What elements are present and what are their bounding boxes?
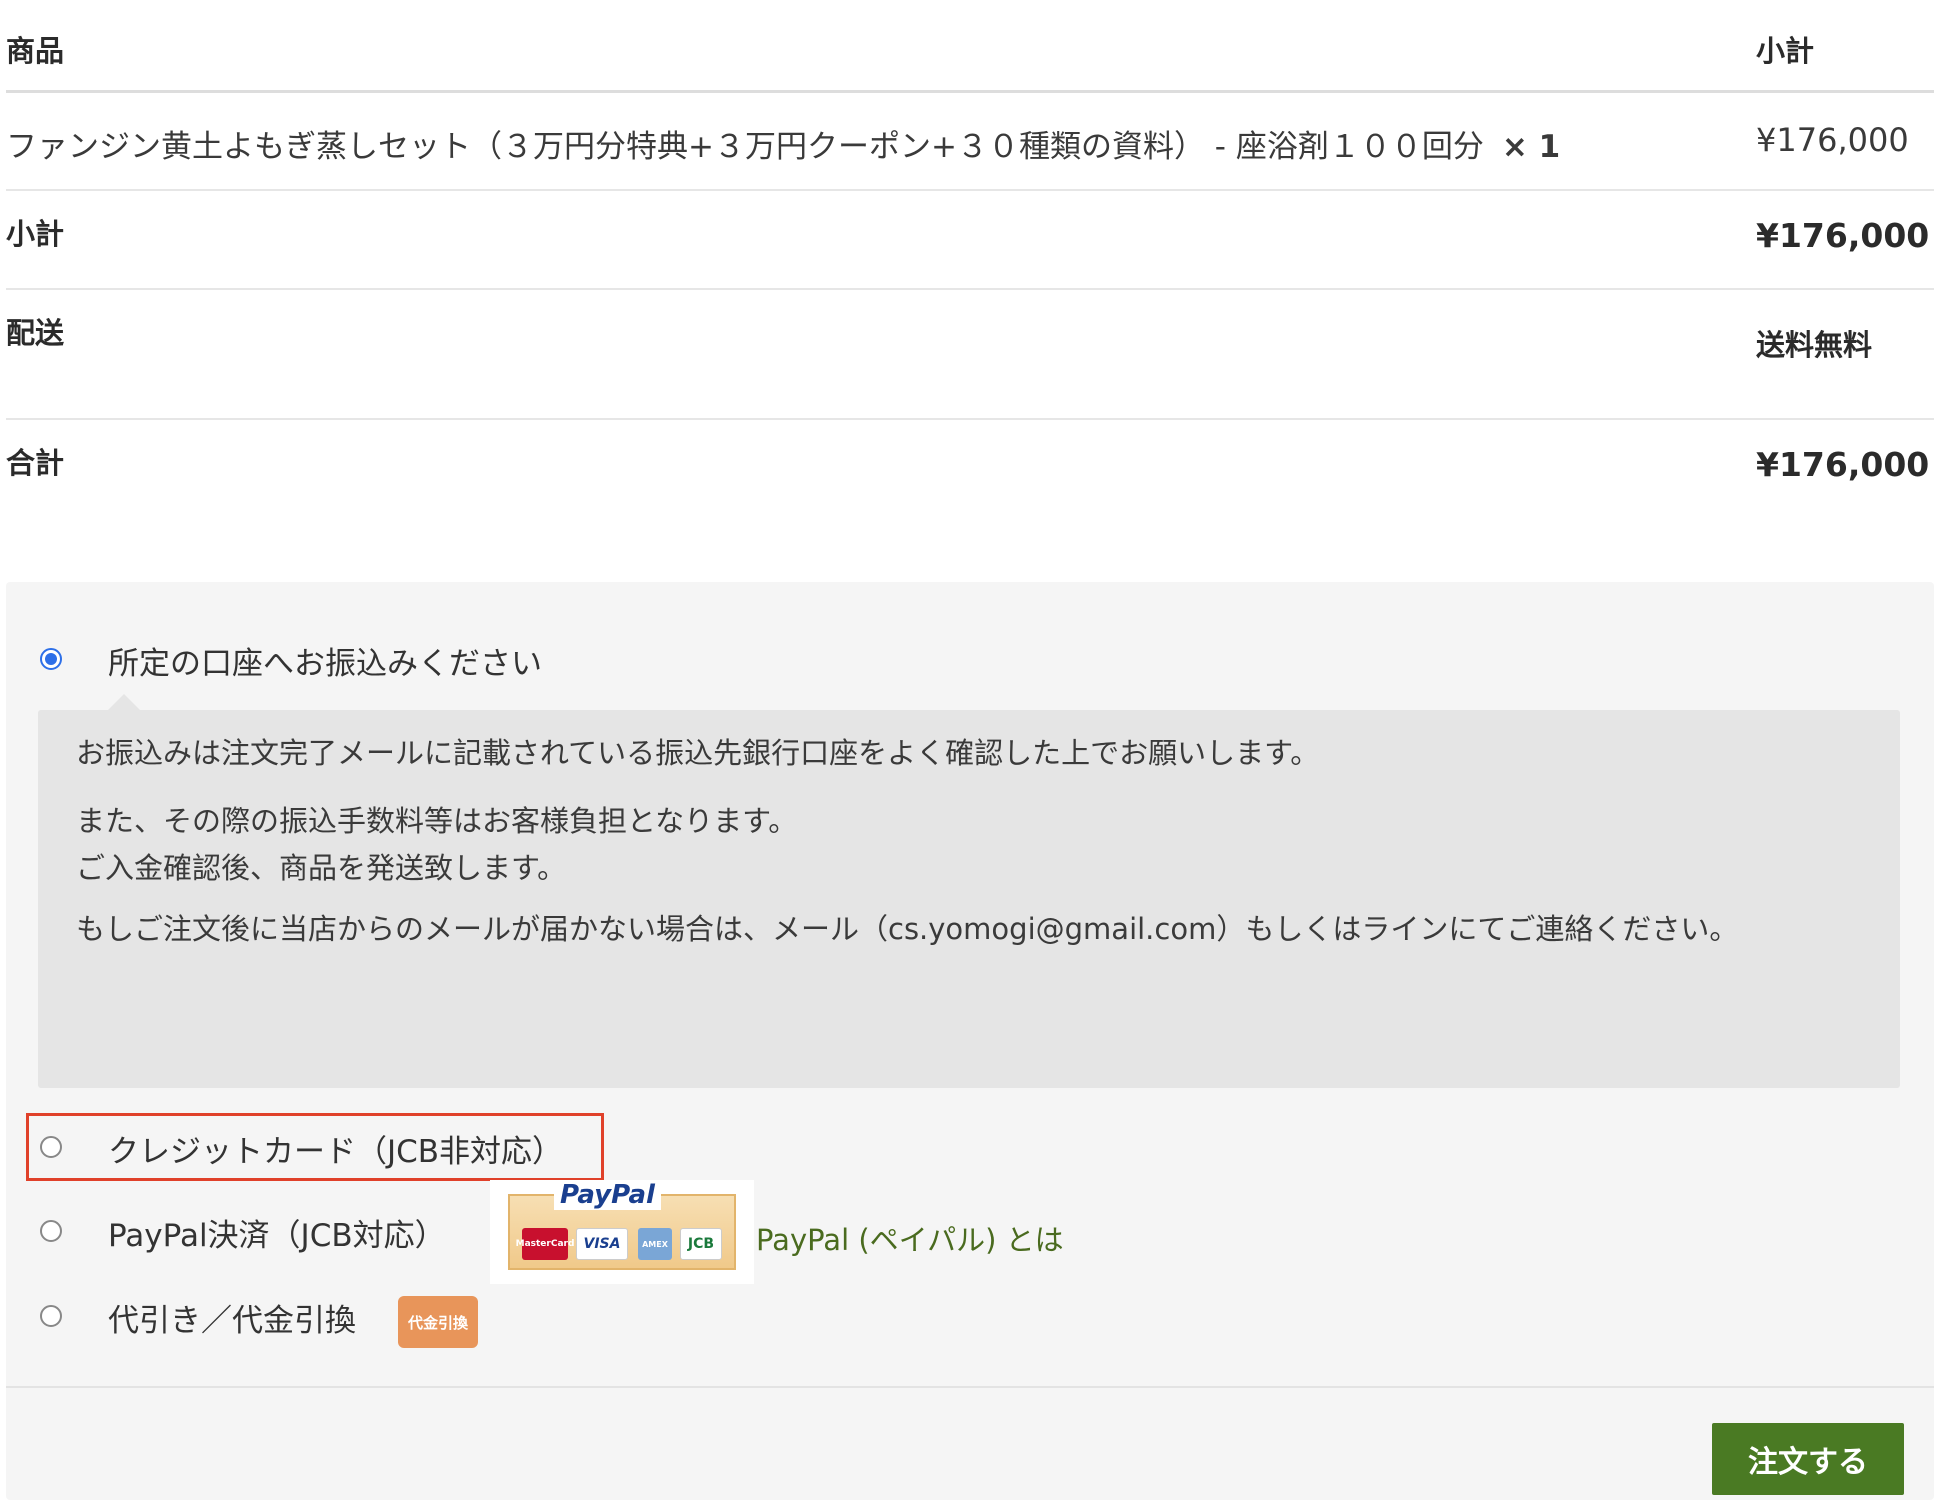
cod-badge: 代金引換	[398, 1296, 478, 1348]
bank-transfer-radio[interactable]	[40, 648, 62, 670]
bank-transfer-label[interactable]: 所定の口座へお振込みください	[108, 638, 542, 683]
paypal-card-strip: PayPal MasterCard VISA AMEX JCB	[508, 1180, 736, 1270]
paypal-radio[interactable]	[40, 1220, 62, 1242]
payment-method-credit-card[interactable]: クレジットカード（JCB非対応）	[6, 1118, 1906, 1178]
description-line-shipping: ご入金確認後、商品を発送致します。	[76, 851, 567, 885]
subtotal-column-header: 小計	[1756, 34, 1815, 68]
jcb-icon: JCB	[680, 1228, 722, 1260]
order-item-name: ファンジン黄土よもぎ蒸しセット（３万円分特典+３万円クーポン+３０種類の資料） …	[6, 121, 1560, 166]
credit-card-label[interactable]: クレジットカード（JCB非対応）	[108, 1126, 563, 1171]
shipping-label: 配送	[6, 316, 65, 350]
description-line-fee: また、その際の振込手数料等はお客様負担となります。	[76, 804, 798, 838]
subtotal-row: 小計 ¥176,000	[6, 191, 1934, 290]
shipping-row: 配送 送料無料	[6, 290, 1934, 420]
paypal-acceptance-logo: PayPal MasterCard VISA AMEX JCB	[490, 1180, 754, 1284]
checkout-page: 商品 小計 ファンジン黄土よもぎ蒸しセット（３万円分特典+３万円クーポン+３０種…	[0, 0, 1938, 1500]
order-review-table: 商品 小計 ファンジン黄土よもぎ蒸しセット（３万円分特典+３万円クーポン+３０種…	[6, 0, 1934, 540]
paypal-logo-title: PayPal	[554, 1180, 661, 1210]
visa-icon: VISA	[576, 1228, 628, 1260]
subtotal-label: 小計	[6, 217, 65, 251]
item-quantity: × 1	[1501, 129, 1561, 165]
order-item-price: ¥176,000	[1756, 121, 1909, 159]
order-item-row: ファンジン黄土よもぎ蒸しセット（３万円分特典+３万円クーポン+３０種類の資料） …	[6, 93, 1934, 191]
table-header-row: 商品 小計	[6, 0, 1934, 93]
subtotal-value: ¥176,000	[1756, 216, 1930, 255]
description-paragraph-2: また、その際の振込手数料等はお客様負担となります。 ご入金確認後、商品を発送致し…	[76, 798, 1866, 892]
amex-icon: AMEX	[638, 1228, 672, 1260]
total-label: 合計	[6, 446, 65, 480]
description-paragraph-3: もしご注文後に当店からのメールが届かない場合は、メール（cs.yomogi@gm…	[76, 912, 1739, 946]
item-name-text: ファンジン黄土よもぎ蒸しセット（３万円分特典+３万円クーポン+３０種類の資料） …	[6, 129, 1484, 165]
total-value: ¥176,000	[1756, 445, 1930, 484]
total-row: 合計 ¥176,000	[6, 420, 1934, 540]
payment-methods: 所定の口座へお振込みください お振込みは注文完了メールに記載されている振込先銀行…	[6, 582, 1934, 1500]
payment-method-cod[interactable]: 代引き／代金引換	[6, 1287, 1906, 1347]
what-is-paypal-link[interactable]: PayPal (ペイパル) とは	[756, 1217, 1064, 1259]
place-order-button[interactable]: 注文する	[1712, 1423, 1904, 1495]
payment-divider	[6, 1386, 1934, 1388]
description-paragraph-1: お振込みは注文完了メールに記載されている振込先銀行口座をよく確認した上でお願いし…	[76, 736, 1320, 770]
shipping-value: 送料無料	[1756, 328, 1873, 362]
paypal-label[interactable]: PayPal決済（JCB対応）	[108, 1210, 446, 1255]
product-column-header: 商品	[6, 34, 65, 68]
cod-radio[interactable]	[40, 1305, 62, 1327]
bank-transfer-description: お振込みは注文完了メールに記載されている振込先銀行口座をよく確認した上でお願いし…	[38, 694, 1900, 1088]
payment-method-bank-transfer[interactable]: 所定の口座へお振込みください	[6, 630, 1906, 690]
credit-card-radio[interactable]	[40, 1136, 62, 1158]
cod-label[interactable]: 代引き／代金引換	[108, 1295, 356, 1340]
mastercard-icon: MasterCard	[516, 1228, 574, 1260]
